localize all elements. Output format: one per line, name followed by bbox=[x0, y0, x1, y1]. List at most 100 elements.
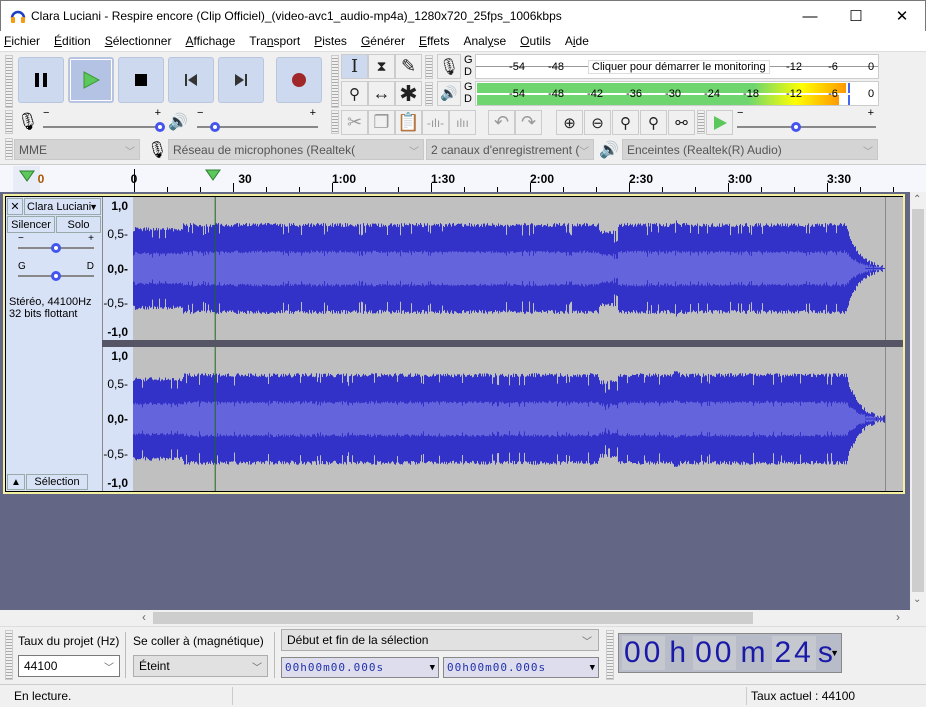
monitoring-prompt[interactable]: Cliquer pour démarrer le monitoring bbox=[588, 60, 770, 74]
menu-effets[interactable]: Effets bbox=[419, 34, 449, 48]
record-button[interactable] bbox=[276, 57, 322, 103]
project-rate-select[interactable]: 44100 ﹀ bbox=[18, 655, 120, 677]
skip-to-end-button[interactable] bbox=[218, 57, 264, 103]
waveform-rms bbox=[133, 250, 885, 287]
scroll-left-icon[interactable]: ‹ bbox=[142, 610, 146, 624]
zoom-tool-button[interactable]: ⚲ bbox=[341, 81, 368, 106]
waveform-right-channel[interactable] bbox=[133, 347, 903, 491]
collapse-track-button[interactable]: ▲ bbox=[7, 474, 25, 490]
fit-project-icon: ⚲ bbox=[648, 114, 659, 132]
zoom-in-button[interactable]: ⊕ bbox=[556, 110, 583, 135]
slider-thumb[interactable] bbox=[155, 122, 165, 132]
play-at-speed-button[interactable] bbox=[706, 110, 733, 135]
slider-thumb[interactable] bbox=[210, 122, 221, 132]
snap-select[interactable]: Éteint ﹀ bbox=[133, 655, 268, 677]
trim-button[interactable]: -ılı- bbox=[422, 110, 449, 135]
menu-selectionner[interactable]: Sélectionner bbox=[105, 34, 172, 48]
playhead-marker-icon[interactable] bbox=[205, 169, 222, 181]
play-at-speed-grip[interactable] bbox=[697, 110, 705, 134]
close-track-button[interactable]: ✕ bbox=[7, 198, 23, 215]
audio-host-select[interactable]: MME ﹀ bbox=[14, 139, 140, 160]
gain-slider[interactable]: − + bbox=[18, 233, 94, 255]
selection-mode-select[interactable]: Début et fin de la sélection ﹀ bbox=[281, 629, 599, 651]
skip-to-start-button[interactable] bbox=[168, 57, 214, 103]
device-toolbar-grip[interactable] bbox=[5, 138, 13, 160]
record-meter-button[interactable]: 🎙 bbox=[437, 54, 461, 79]
peak-marker bbox=[848, 95, 850, 105]
play-meter-grip[interactable] bbox=[425, 82, 433, 106]
menu-transport[interactable]: Transport bbox=[249, 34, 300, 48]
pan-slider[interactable]: G D bbox=[18, 261, 94, 283]
silence-button[interactable]: ılıı bbox=[449, 110, 476, 135]
selection-start-value: 00h00m00.000s bbox=[285, 661, 385, 674]
time-toolbar-grip[interactable] bbox=[606, 630, 614, 680]
zoom-toggle-button[interactable]: ⚯ bbox=[668, 110, 695, 135]
selection-tool-button[interactable]: I bbox=[341, 54, 368, 79]
mixer-toolbar-grip[interactable] bbox=[5, 110, 13, 134]
menu-analyse[interactable]: Analyse bbox=[463, 34, 506, 48]
selection-toolbar-grip[interactable] bbox=[5, 630, 13, 680]
vertical-scrollbar[interactable]: ⌃ ⌄ bbox=[910, 192, 926, 610]
scroll-up-icon[interactable]: ⌃ bbox=[913, 194, 921, 205]
undo-button[interactable]: ↶ bbox=[488, 110, 515, 135]
menu-generer[interactable]: Générer bbox=[361, 34, 405, 48]
timeline-ruler[interactable]: 0 0301:001:302:002:303:003:30 bbox=[0, 164, 926, 192]
recording-channels-select[interactable]: 2 canaux d'enregistrement (﹀ bbox=[426, 139, 594, 160]
menu-pistes[interactable]: Pistes bbox=[314, 34, 347, 48]
redo-button[interactable]: ↷ bbox=[515, 110, 542, 135]
multi-tool-button[interactable]: ✱ bbox=[395, 81, 422, 106]
tools-toolbar-grip[interactable] bbox=[331, 55, 339, 108]
stop-button[interactable] bbox=[118, 57, 164, 103]
slider-thumb[interactable] bbox=[791, 122, 801, 132]
menu-edition[interactable]: Édition bbox=[54, 34, 91, 48]
draw-tool-button[interactable]: ✎ bbox=[395, 54, 422, 79]
record-volume-slider[interactable]: − + bbox=[43, 107, 165, 134]
vertical-ruler-left[interactable]: 1,0 0,5- 0,0- -0,5- -1,0 bbox=[102, 197, 133, 340]
maximize-button[interactable]: ☐ bbox=[833, 1, 879, 31]
menu-affichage[interactable]: Affichage bbox=[185, 34, 235, 48]
playback-volume-slider[interactable]: − + bbox=[197, 107, 318, 134]
scroll-down-icon[interactable]: ⌄ bbox=[913, 594, 921, 605]
mute-button[interactable]: Silencer bbox=[7, 216, 55, 233]
menu-aide[interactable]: Aide bbox=[565, 34, 589, 48]
cut-button[interactable]: ✂ bbox=[341, 110, 368, 135]
fit-project-button[interactable]: ⚲ bbox=[640, 110, 667, 135]
select-track-button[interactable]: Sélection bbox=[26, 474, 88, 490]
transport-toolbar-grip[interactable] bbox=[5, 55, 13, 108]
play-meter[interactable]: -54 -48 -42 -36 -30 -24 -18 -12 -6 0 bbox=[475, 81, 879, 106]
solo-button[interactable]: Solo bbox=[56, 216, 101, 233]
play-button[interactable] bbox=[68, 57, 114, 103]
pause-button[interactable] bbox=[18, 57, 64, 103]
menu-outils[interactable]: Outils bbox=[520, 34, 551, 48]
horizontal-scrollbar[interactable]: ‹ › bbox=[0, 610, 926, 626]
rec-meter-grip[interactable] bbox=[425, 55, 433, 79]
selection-start-time[interactable]: 00h00m00.000s ▼ bbox=[281, 657, 439, 678]
play-meter-button[interactable]: 🔊 bbox=[437, 81, 461, 106]
track-name-menu[interactable]: Clara Luciani ▼ bbox=[24, 198, 101, 215]
slider-thumb[interactable] bbox=[51, 271, 61, 281]
envelope-tool-button[interactable]: ⧗ bbox=[368, 54, 395, 79]
close-button[interactable]: ✕ bbox=[879, 1, 925, 31]
time-shift-tool-button[interactable]: ↔ bbox=[368, 81, 395, 106]
play-speed-slider[interactable]: − + bbox=[737, 107, 876, 134]
channel-divider[interactable] bbox=[102, 340, 903, 347]
fit-selection-button[interactable]: ⚲ bbox=[612, 110, 639, 135]
minimize-button[interactable]: — bbox=[787, 1, 833, 31]
zoom-out-button[interactable]: ⊖ bbox=[584, 110, 611, 135]
selection-end-time[interactable]: 00h00m00.000s ▼ bbox=[443, 657, 599, 678]
vertical-ruler-right[interactable]: 1,0 0,5- 0,0- -0,5- -1,0 bbox=[102, 347, 133, 491]
waveform-left-channel[interactable] bbox=[133, 197, 903, 340]
playback-device-select[interactable]: Enceintes (Realtek(R) Audio) ﹀ bbox=[622, 139, 878, 160]
audio-position-time[interactable]: 00 h 00 m 24 s ▼ bbox=[618, 633, 842, 673]
scroll-right-icon[interactable]: › bbox=[896, 610, 900, 624]
scroll-thumb[interactable] bbox=[912, 209, 924, 592]
menu-fichier[interactable]: Fichier bbox=[4, 34, 40, 48]
scroll-thumb[interactable] bbox=[153, 612, 753, 624]
divider bbox=[125, 632, 126, 678]
edit-toolbar-grip[interactable] bbox=[331, 110, 339, 134]
recording-device-select[interactable]: Réseau de microphones (Realtek(﹀ bbox=[168, 139, 424, 160]
slider-thumb[interactable] bbox=[51, 243, 61, 253]
paste-button[interactable]: 📋 bbox=[395, 110, 422, 135]
record-meter[interactable]: -54 -48 Cliquer pour démarrer le monitor… bbox=[475, 54, 879, 79]
copy-button[interactable]: ❐ bbox=[368, 110, 395, 135]
